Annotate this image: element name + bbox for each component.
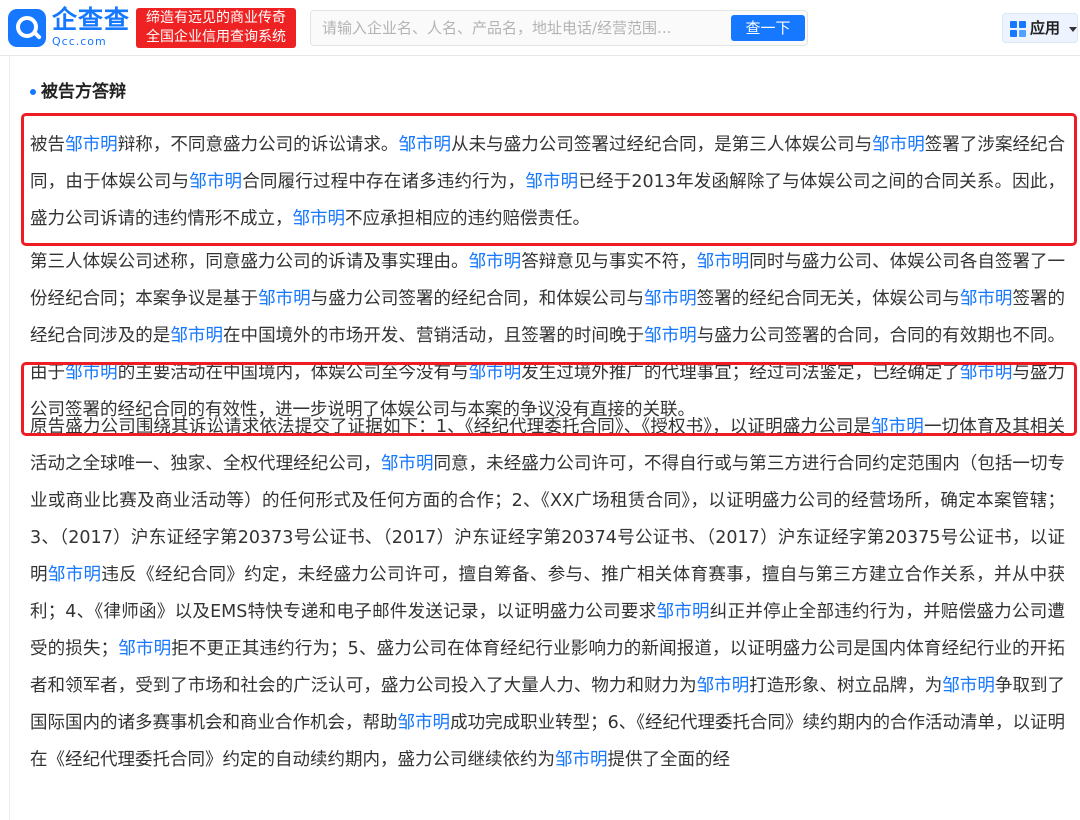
- person-link[interactable]: 邹市明: [942, 676, 995, 696]
- search-box: 查一下: [310, 10, 808, 46]
- paragraph-text: 与盛力公司签署的经纪合同，和体娱公司与: [310, 289, 645, 309]
- person-link[interactable]: 邹市明: [697, 252, 750, 272]
- search-button[interactable]: 查一下: [731, 15, 805, 41]
- qcc-logo-icon[interactable]: [8, 9, 46, 47]
- top-header: 企查查 Qcc.com 缔造有远见的商业传奇 全国企业信用查询系统 查一下 应用: [0, 0, 1080, 56]
- search-input[interactable]: [312, 12, 720, 44]
- chevron-down-icon: [1069, 27, 1077, 32]
- paragraph-text: 提供了全面的经: [607, 750, 731, 770]
- logo-chinese: 企查查: [52, 5, 131, 34]
- slogan-line-1: 缔造有远见的商业传奇: [146, 10, 286, 26]
- paragraph-text: 第三人体娱公司述称，同意盛力公司的诉请及事实理由。: [30, 252, 469, 272]
- person-link[interactable]: 邹市明: [469, 252, 522, 272]
- paragraph-text: 在中国境外的市场开发、营销活动，且签署的时间晚于: [223, 326, 645, 346]
- paragraph-text: 签署的经纪合同无关，体娱公司与: [696, 289, 960, 309]
- page-left-divider: [9, 56, 10, 820]
- highlight-box-defense: [21, 113, 1077, 246]
- person-link[interactable]: 邹市明: [258, 289, 311, 309]
- apps-label: 应用: [1030, 19, 1061, 37]
- person-link[interactable]: 邹市明: [170, 326, 223, 346]
- section-bullet-icon: [30, 89, 36, 95]
- person-link[interactable]: 邹市明: [644, 289, 697, 309]
- logo-english: Qcc.com: [52, 35, 107, 48]
- slogan-badge: 缔造有远见的商业传奇 全国企业信用查询系统: [136, 8, 296, 48]
- section-title: 被告方答辩: [41, 82, 126, 102]
- paragraph-text: 答辩意见与事实不符，: [521, 252, 697, 272]
- person-link[interactable]: 邹市明: [118, 639, 171, 659]
- apps-menu-button[interactable]: 应用: [1002, 13, 1078, 43]
- person-link[interactable]: 邹市明: [398, 713, 451, 733]
- person-link[interactable]: 邹市明: [960, 289, 1013, 309]
- person-link[interactable]: 邹市明: [656, 602, 709, 622]
- slogan-line-2: 全国企业信用查询系统: [146, 29, 286, 45]
- person-link[interactable]: 邹市明: [697, 676, 750, 696]
- logo-tail: [32, 30, 42, 40]
- person-link[interactable]: 邹市明: [48, 565, 102, 585]
- logo-text[interactable]: 企查查 Qcc.com: [52, 5, 132, 51]
- highlight-box-third-party: [21, 362, 1077, 436]
- paragraph-text: 打造形象、树立品牌，为: [749, 676, 943, 696]
- person-link[interactable]: 邹市明: [381, 454, 434, 474]
- apps-grid-icon: [1010, 21, 1026, 37]
- person-link[interactable]: 邹市明: [555, 750, 608, 770]
- person-link[interactable]: 邹市明: [644, 326, 697, 346]
- paragraph-plaintiff-evidence: 原告盛力公司围绕其诉讼请求依法提交了证据如下：1、《经纪代理委托合同》、《授权书…: [30, 409, 1065, 779]
